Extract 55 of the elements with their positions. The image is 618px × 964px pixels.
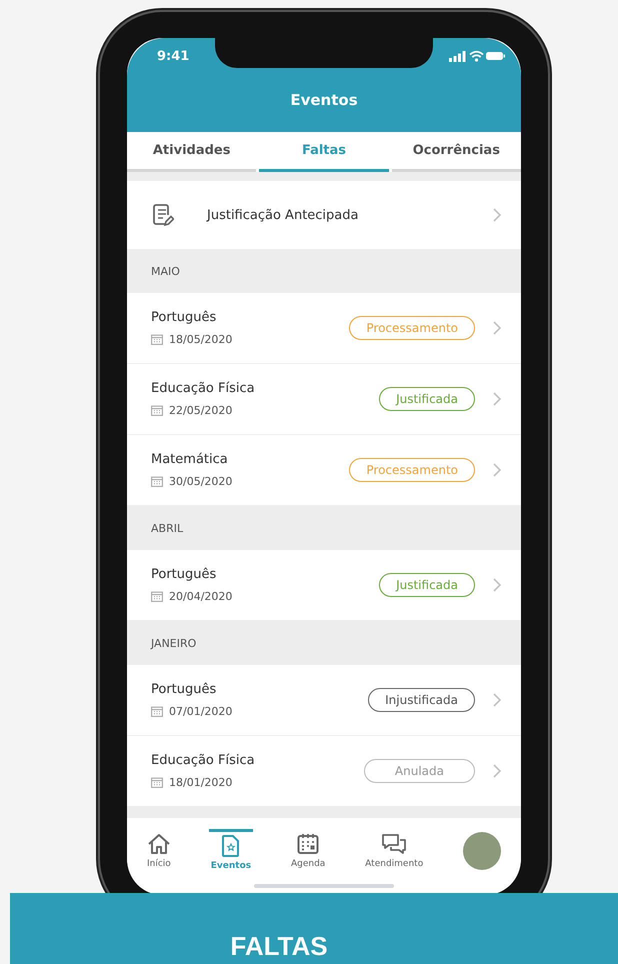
calendar-icon [151, 706, 163, 717]
absence-row[interactable]: Matemática 30/05/2020 Processamento [127, 435, 521, 506]
subject-name: Português [151, 567, 218, 582]
status-badge: Justificada [379, 387, 475, 411]
chevron-icon [493, 208, 501, 222]
nav-item[interactable]: Agenda [288, 830, 328, 872]
status-badge: Injustificada [368, 688, 475, 712]
absence-date: 18/01/2020 [169, 776, 232, 789]
status-badge: Anulada [364, 759, 475, 783]
section-title: ABRIL [151, 522, 184, 534]
chevron-icon [493, 764, 501, 778]
status-badge: Processamento [349, 316, 475, 340]
absence-date: 20/04/2020 [169, 590, 232, 603]
subject-name: Educação Física [151, 381, 256, 396]
chat-icon [381, 833, 408, 855]
status-badge: Processamento [349, 458, 475, 482]
absence-row[interactable]: Educação Física 22/05/2020 Justificada [127, 364, 521, 435]
section-title: JANEIRO [151, 636, 196, 650]
status-badge: Justificada [379, 573, 475, 597]
calendar-icon [151, 777, 163, 788]
chevron-icon [493, 463, 501, 477]
avatar-placeholder [463, 832, 502, 870]
chevron-icon [493, 693, 501, 707]
chevron-icon [493, 392, 501, 406]
subject-name: Matemática [151, 452, 229, 467]
section-title: MAIO [151, 264, 180, 278]
calendar-icon [151, 334, 163, 345]
absence-date: 07/01/2020 [169, 705, 232, 718]
calendar-icon [151, 405, 163, 416]
absence-row[interactable]: Educação Física 18/01/2020 Anulada [127, 736, 521, 807]
status-icons [449, 50, 505, 62]
subject-name: Português [151, 682, 218, 697]
absence-row[interactable]: Português 07/01/2020 Injustificada [127, 665, 521, 736]
absence-row[interactable]: Português 20/04/2020 Justificada [127, 550, 521, 621]
action-label: Justificação Antecipada [207, 208, 360, 222]
chevron-icon [493, 578, 501, 592]
document-star-icon [220, 834, 241, 856]
calendar-icon [297, 833, 320, 855]
absence-date: 30/05/2020 [169, 475, 232, 488]
status-time: 9:41 [157, 48, 190, 64]
calendar-icon [151, 591, 163, 602]
subject-name: Português [151, 310, 218, 325]
nav-item[interactable]: Início [144, 830, 173, 872]
absence-row[interactable]: Português 18/05/2020 Processamento [127, 293, 521, 364]
chevron-icon [493, 321, 501, 335]
banner-title: FALTAS [230, 931, 328, 962]
home-icon [146, 833, 171, 855]
document-edit-icon [152, 203, 174, 227]
calendar-icon [151, 476, 163, 487]
absence-date: 22/05/2020 [169, 404, 232, 417]
screen-title: Eventos [289, 91, 359, 109]
absence-date: 18/05/2020 [169, 333, 232, 346]
subject-name: Educação Física [151, 753, 256, 768]
action-row[interactable]: Justificação Antecipada [127, 181, 521, 249]
nav-item[interactable]: Atendimento [363, 830, 426, 872]
